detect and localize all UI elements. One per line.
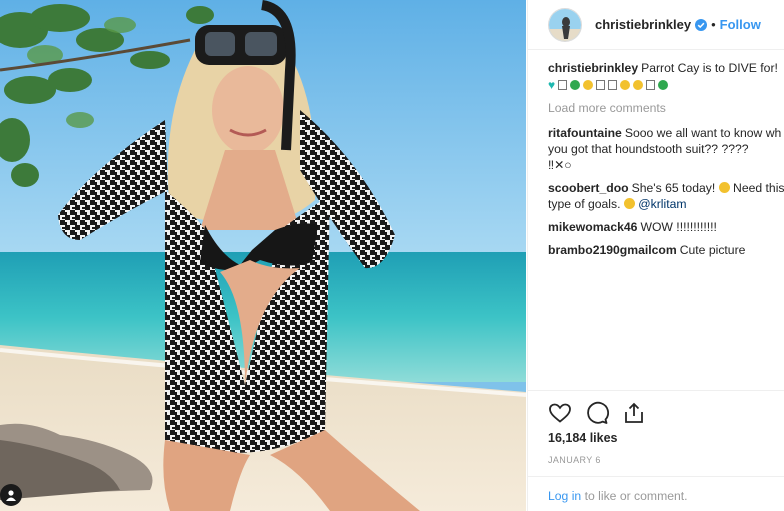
post-header: christiebrinkley • Follow	[528, 0, 784, 50]
photo-scene	[0, 0, 526, 511]
comment-text: Cute picture	[679, 243, 746, 257]
likes-count[interactable]: 16,184 likes	[548, 431, 618, 445]
post-photo[interactable]	[0, 0, 526, 511]
hand-emoji-icon	[583, 80, 594, 90]
mention-link[interactable]: @krlitam	[638, 197, 686, 211]
emoji-glyph-icon	[558, 80, 568, 90]
login-prompt-text: to like or comment.	[584, 489, 688, 503]
caption: christiebrinkley Parrot Cay is to DIVE fo…	[548, 60, 784, 93]
comment-text: Need this	[733, 181, 784, 195]
login-link[interactable]: Log in	[548, 489, 581, 503]
emoji-glyph-icon	[608, 80, 618, 90]
comment-username[interactable]: mikewomack46	[548, 220, 637, 234]
verified-badge-icon	[695, 18, 708, 31]
globe-emoji-icon	[658, 80, 669, 90]
emoji-glyph-icon	[596, 80, 606, 90]
caption-username[interactable]: christiebrinkley	[548, 61, 638, 75]
sad-face-emoji-icon	[718, 182, 730, 193]
smile-emoji-icon	[623, 198, 635, 209]
caption-text: Parrot Cay is to DIVE for!	[641, 61, 778, 75]
post-side-panel: christiebrinkley • Follow christiebrinkl…	[527, 0, 784, 511]
comment-text: She's 65 today!	[631, 181, 716, 195]
avatar[interactable]	[548, 7, 582, 42]
hand-emoji-icon	[633, 80, 644, 90]
comment-item: mikewomack46 WOW !!!!!!!!!!!!	[548, 219, 784, 235]
comment-username[interactable]: brambo2190gmailcom	[548, 243, 677, 257]
comment-username[interactable]: scoobert_doo	[548, 181, 629, 195]
comment-item: scoobert_doo She's 65 today! Need this ty…	[548, 180, 784, 212]
comment-text: WOW !!!!!!!!!!!!	[640, 220, 717, 234]
teal-heart-icon: ♥	[548, 78, 556, 92]
globe-emoji-icon	[570, 80, 581, 90]
load-more-comments-button[interactable]: Load more comments	[548, 100, 784, 116]
comment-item: brambo2190gmailcom Cute picture	[548, 242, 784, 258]
palm-emoji-icon	[620, 80, 631, 90]
comment-username[interactable]: ritafountaine	[548, 126, 622, 140]
user-tag-icon[interactable]	[0, 484, 22, 506]
login-prompt: Log in to like or comment.	[528, 476, 784, 511]
caption-emoji-row: ♥	[548, 77, 784, 93]
comment-text-line: you got that houndstooth suit?? ????	[548, 142, 749, 156]
emoji-glyph-icon	[646, 80, 656, 90]
comment-item: ritafountaine Sooo we all want to know wh…	[548, 125, 784, 173]
comments-list: christiebrinkley Parrot Cay is to DIVE fo…	[548, 60, 784, 265]
follow-button[interactable]: Follow	[720, 17, 761, 32]
comment-text: type of goals.	[548, 197, 621, 211]
action-icons	[548, 401, 646, 425]
header-username[interactable]: christiebrinkley	[595, 17, 691, 32]
comment-icon[interactable]	[585, 401, 609, 425]
comment-text-line: ‼✕○	[548, 158, 572, 172]
comment-text: Sooo we all want to know wh	[624, 126, 782, 140]
share-icon[interactable]	[622, 401, 646, 425]
post-date: JANUARY 6	[548, 455, 601, 465]
actions-bar: 16,184 likes JANUARY 6	[528, 390, 784, 465]
separator-dot: •	[711, 17, 716, 32]
heart-icon[interactable]	[548, 401, 572, 425]
